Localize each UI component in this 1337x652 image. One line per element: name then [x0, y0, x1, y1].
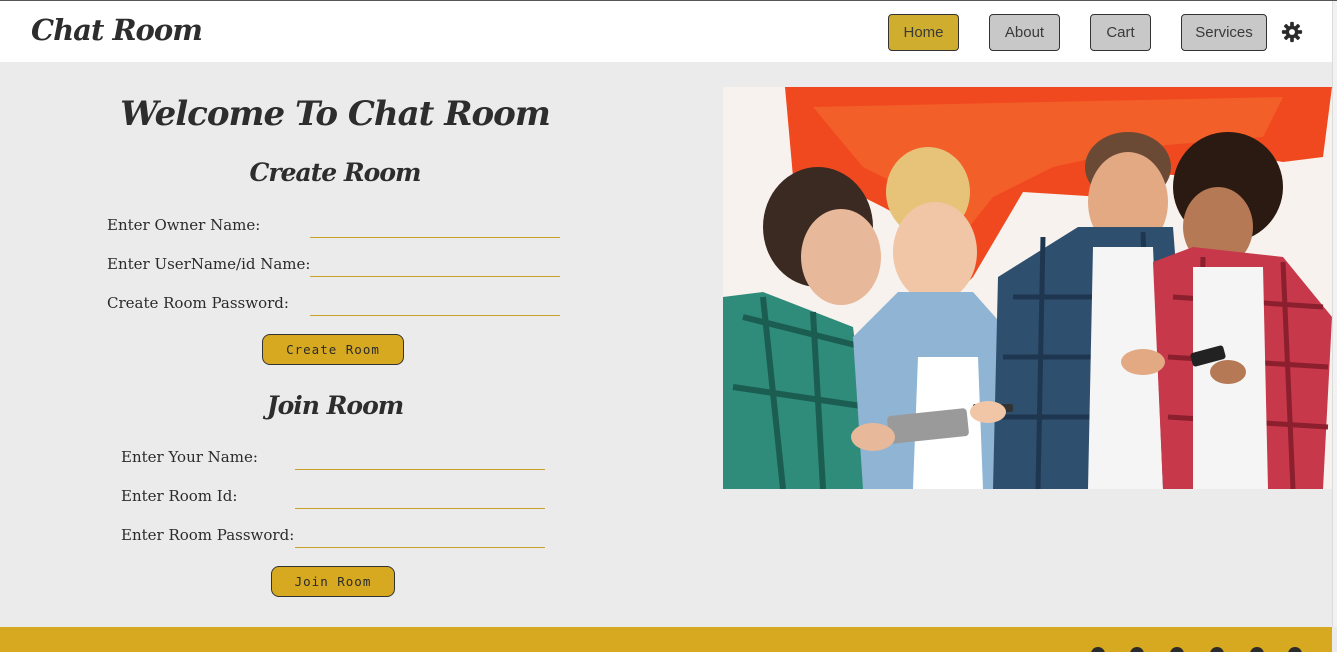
gear-icon[interactable] [1281, 21, 1303, 43]
join-room-button[interactable]: Join Room [271, 566, 395, 597]
join-password-input[interactable] [295, 526, 545, 548]
page-scrollbar[interactable] [1332, 1, 1337, 627]
your-name-label: Enter Your Name: [121, 448, 258, 466]
join-room-heading: Join Room [266, 391, 404, 420]
create-password-input[interactable] [310, 294, 560, 316]
create-room-heading: Create Room [249, 158, 422, 187]
nav-services-button[interactable]: Services [1181, 14, 1267, 51]
join-password-label: Enter Room Password: [121, 526, 295, 544]
create-password-label: Create Room Password: [107, 294, 289, 312]
pinterest-icon[interactable] [1288, 647, 1302, 652]
room-id-label: Enter Room Id: [121, 487, 238, 505]
navbar: Chat Room Home About Cart Services [0, 1, 1332, 62]
twitter-icon[interactable] [1130, 647, 1144, 652]
owner-name-input[interactable] [310, 216, 560, 238]
create-room-button[interactable]: Create Room [262, 334, 404, 365]
username-id-input[interactable] [310, 255, 560, 277]
nav-about-button[interactable]: About [989, 14, 1060, 51]
footer [0, 627, 1332, 652]
nav-cart-button[interactable]: Cart [1090, 14, 1151, 51]
friends-with-phones-illustration [723, 87, 1332, 489]
owner-name-label: Enter Owner Name: [107, 216, 261, 234]
youtube-icon[interactable] [1170, 647, 1184, 652]
instagram-icon[interactable] [1250, 647, 1264, 652]
username-id-label: Enter UserName/id Name: [107, 255, 311, 273]
welcome-title: Welcome To Chat Room [120, 94, 551, 134]
brand-logo[interactable]: Chat Room [31, 13, 203, 47]
hero-image [723, 87, 1332, 489]
location-icon[interactable] [1091, 647, 1105, 652]
your-name-input[interactable] [295, 448, 545, 470]
nav-home-button[interactable]: Home [888, 14, 959, 51]
facebook-icon[interactable] [1210, 647, 1224, 652]
room-id-input[interactable] [295, 487, 545, 509]
